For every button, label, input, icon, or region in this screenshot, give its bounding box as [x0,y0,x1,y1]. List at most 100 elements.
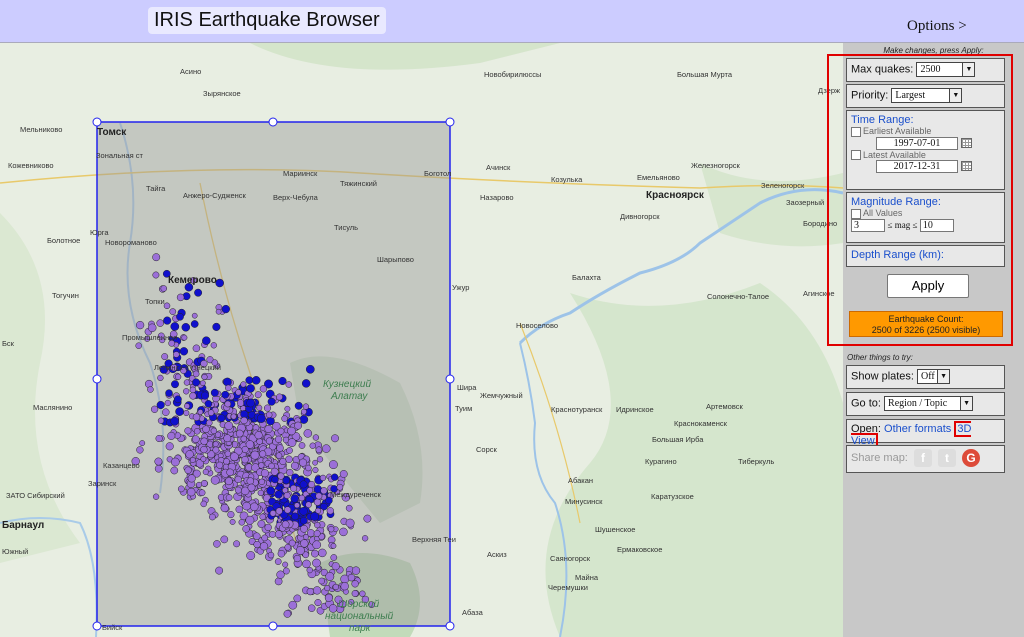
quake-marker[interactable] [267,397,276,406]
quake-marker[interactable] [254,431,263,440]
quake-marker[interactable] [302,559,311,569]
quake-marker[interactable] [207,409,215,416]
quake-marker[interactable] [235,505,244,514]
latest-checkbox[interactable] [851,150,861,161]
quake-marker[interactable] [250,502,259,512]
quake-marker[interactable] [245,515,255,525]
quake-marker[interactable] [185,450,194,459]
priority-select[interactable]: Largest ▼ [891,88,963,103]
quake-marker[interactable] [285,381,293,388]
quake-marker[interactable] [274,490,283,499]
facebook-icon[interactable]: f [913,449,932,467]
quake-marker[interactable] [163,302,171,310]
quake-marker[interactable] [299,415,309,424]
quake-marker[interactable] [242,525,250,533]
quake-marker[interactable] [332,583,339,591]
quake-marker[interactable] [290,484,298,492]
quake-marker[interactable] [197,409,204,415]
quake-marker[interactable] [214,431,222,438]
quake-marker[interactable] [339,527,348,537]
quake-marker[interactable] [227,511,235,519]
quake-marker[interactable] [300,408,307,415]
quake-marker[interactable] [345,504,353,512]
quake-marker[interactable] [196,481,202,488]
quake-marker[interactable] [202,425,210,433]
quake-marker[interactable] [305,501,312,508]
quake-marker[interactable] [277,549,286,558]
quake-marker[interactable] [257,489,264,497]
goto-select[interactable]: Region / Topic ▼ [884,396,974,411]
quake-marker[interactable] [200,391,210,400]
quake-marker[interactable] [308,480,316,489]
quake-marker[interactable] [157,374,164,382]
quake-marker[interactable] [170,416,180,426]
quake-marker[interactable] [307,604,316,612]
quake-marker[interactable] [183,409,190,417]
quake-marker[interactable] [224,421,234,431]
quake-marker[interactable] [259,513,266,521]
quake-marker[interactable] [240,435,248,443]
quake-marker[interactable] [230,452,239,462]
quake-marker[interactable] [209,513,216,521]
google-plus-icon[interactable]: G [962,449,981,467]
quake-marker[interactable] [192,344,201,353]
quake-marker[interactable] [240,416,248,425]
quake-marker[interactable] [261,534,269,542]
quake-marker[interactable] [212,441,219,448]
quake-marker[interactable] [316,456,324,463]
quake-marker[interactable] [186,487,196,497]
end-date-input[interactable]: 2017-12-31 [876,160,958,174]
quake-marker[interactable] [156,319,164,327]
quake-marker[interactable] [179,347,189,356]
quake-marker[interactable] [212,446,220,454]
quake-marker[interactable] [154,457,163,466]
quake-marker[interactable] [267,551,275,559]
quake-marker[interactable] [340,582,349,591]
quake-marker[interactable] [318,577,325,585]
quake-marker[interactable] [301,379,311,388]
quake-marker[interactable] [319,474,327,482]
quake-marker[interactable] [268,462,275,470]
quake-marker[interactable] [165,442,174,451]
quake-marker[interactable] [198,489,206,497]
calendar-icon[interactable] [961,137,972,148]
quake-marker[interactable] [281,415,288,422]
quake-marker[interactable] [291,512,299,521]
quake-marker[interactable] [275,452,283,459]
max-mag-input[interactable]: 10 [919,218,954,232]
quake-marker[interactable] [152,253,161,262]
quake-marker[interactable] [258,462,265,469]
quake-marker[interactable] [269,510,277,517]
quake-marker[interactable] [152,271,160,279]
quake-marker[interactable] [309,442,316,449]
quake-marker[interactable] [285,455,293,464]
plates-select[interactable]: Off ▼ [917,369,951,384]
quake-marker[interactable] [226,468,234,477]
quake-marker[interactable] [310,512,320,521]
quake-marker[interactable] [187,474,196,483]
quake-marker[interactable] [318,548,327,558]
calendar-icon[interactable] [961,161,972,172]
quake-marker[interactable] [184,466,192,474]
quake-marker[interactable] [165,389,173,397]
quake-marker[interactable] [191,435,200,443]
quake-marker[interactable] [294,502,300,509]
quake-marker[interactable] [328,526,335,533]
quake-marker[interactable] [314,521,321,529]
quake-marker[interactable] [274,558,282,565]
quake-marker[interactable] [155,434,163,443]
quake-marker[interactable] [299,480,308,489]
max-quakes-select[interactable]: 2500 ▼ [916,62,976,77]
quake-marker[interactable] [284,506,292,514]
quake-marker[interactable] [176,293,185,302]
quake-marker[interactable] [135,342,142,349]
quake-marker[interactable] [299,507,308,516]
quake-marker[interactable] [229,518,236,525]
quake-marker[interactable] [330,554,338,561]
quake-marker[interactable] [164,399,171,407]
quake-marker[interactable] [147,386,154,393]
quake-marker[interactable] [192,378,201,387]
quake-marker[interactable] [139,440,146,447]
quake-marker[interactable] [246,384,255,393]
quake-marker[interactable] [263,404,272,412]
